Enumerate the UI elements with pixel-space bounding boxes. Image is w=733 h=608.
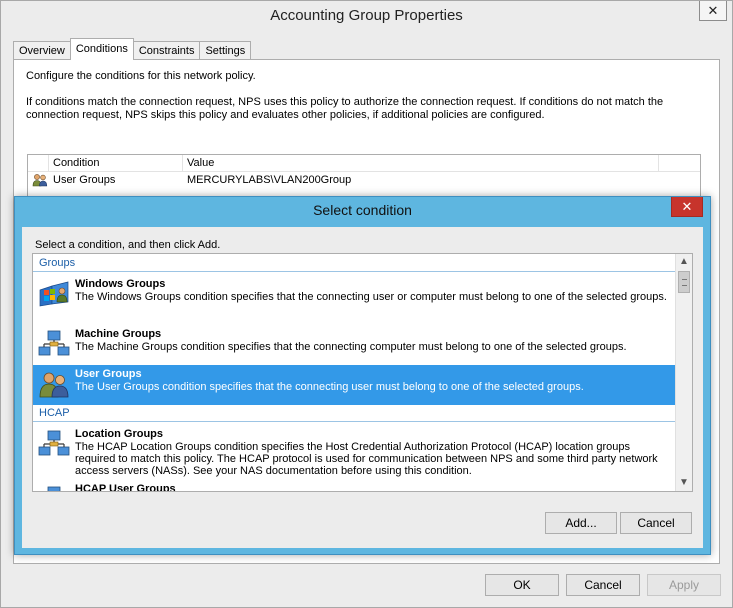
dialog-cancel-button[interactable]: Cancel: [620, 512, 692, 534]
add-button[interactable]: Add...: [545, 512, 617, 534]
table-row[interactable]: User Groups MERCURYLABS\VLAN200Group: [28, 172, 700, 189]
item-description: The HCAP Location Groups condition speci…: [75, 441, 658, 477]
item-title: HCAP User Groups: [75, 483, 176, 492]
window-close-button[interactable]: ✕: [699, 1, 727, 21]
dialog-title[interactable]: Select condition: [15, 202, 710, 218]
scroll-thumb[interactable]: [678, 271, 690, 293]
column-header-condition[interactable]: Condition: [53, 157, 99, 169]
tab-constraints[interactable]: Constraints: [132, 41, 201, 60]
window-title: Accounting Group Properties: [270, 7, 463, 24]
item-title: Location Groups: [75, 428, 163, 440]
column-header-value[interactable]: Value: [187, 157, 214, 169]
tab-overview[interactable]: Overview: [13, 41, 71, 60]
item-description: The User Groups condition specifies that…: [75, 381, 584, 393]
item-title: Windows Groups: [75, 278, 166, 290]
list-item-machine-groups[interactable]: Machine Groups The Machine Groups condit…: [33, 325, 675, 365]
tab-conditions[interactable]: Conditions: [69, 38, 134, 60]
list-item-hcap-user-groups[interactable]: HCAP User Groups: [33, 481, 675, 492]
list-item-location-groups[interactable]: Location Groups The HCAP Location Groups…: [33, 425, 675, 479]
dialog-body: Select a condition, and then click Add. …: [22, 227, 703, 548]
select-condition-dialog: Select condition ✕ Select a condition, a…: [14, 196, 711, 555]
ok-button[interactable]: OK: [485, 574, 559, 596]
network-computers-icon: [38, 486, 70, 491]
item-description: The Windows Groups condition specifies t…: [75, 291, 667, 303]
network-computers-icon: [38, 430, 70, 463]
list-item-windows-groups[interactable]: Windows Groups The Windows Groups condit…: [33, 275, 675, 315]
cancel-button[interactable]: Cancel: [566, 574, 640, 596]
intro-text: Configure the conditions for this networ…: [26, 70, 256, 82]
item-title: Machine Groups: [75, 328, 162, 340]
list-vertical-scrollbar[interactable]: ▲ ▼: [675, 254, 692, 491]
group-header-groups: Groups: [33, 255, 675, 272]
conditions-list-header: Condition Value: [28, 155, 700, 172]
item-title: User Groups: [75, 368, 142, 380]
dialog-prompt: Select a condition, and then click Add.: [35, 239, 221, 251]
windows-group-icon: [38, 280, 70, 313]
scroll-up-arrow-icon[interactable]: ▲: [676, 254, 692, 270]
dialog-close-button[interactable]: ✕: [671, 197, 703, 217]
tab-settings[interactable]: Settings: [199, 41, 252, 60]
tab-strip: Overview Conditions Constraints Settings: [13, 38, 252, 60]
group-header-hcap: HCAP: [33, 405, 675, 422]
network-computers-icon: [38, 330, 70, 363]
condition-value: MERCURYLABS\VLAN200Group: [187, 174, 352, 186]
apply-button[interactable]: Apply: [647, 574, 721, 596]
title-bar[interactable]: Accounting Group Properties ✕: [1, 1, 732, 31]
user-group-icon: [32, 173, 48, 190]
condition-name: User Groups: [53, 174, 116, 186]
condition-list[interactable]: Groups Windows Groups The Windows Groups…: [32, 253, 693, 492]
description-text: If conditions match the connection reque…: [26, 96, 664, 121]
list-item-user-groups[interactable]: User Groups The User Groups condition sp…: [33, 365, 675, 405]
user-group-icon: [38, 370, 70, 403]
item-description: The Machine Groups condition specifies t…: [75, 341, 627, 353]
scroll-down-arrow-icon[interactable]: ▼: [676, 475, 692, 491]
